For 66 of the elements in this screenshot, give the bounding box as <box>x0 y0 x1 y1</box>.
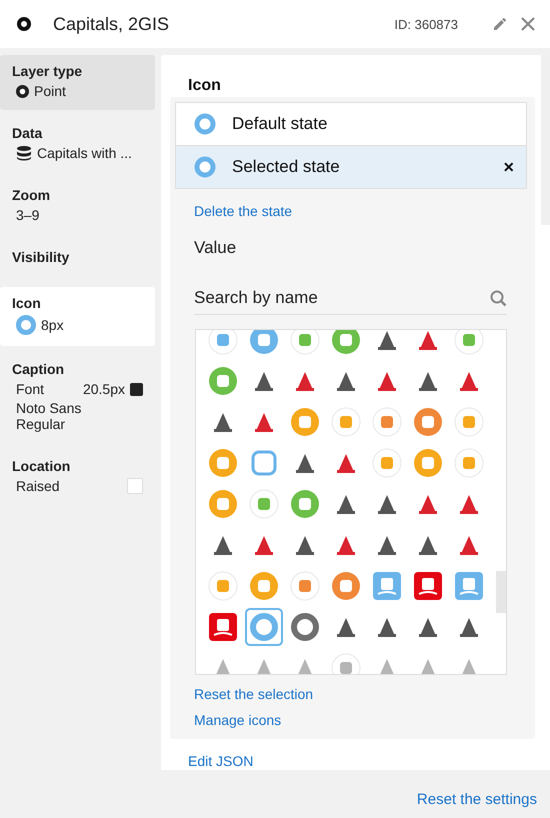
section-label: Location <box>12 458 72 474</box>
delete-state-link[interactable]: Delete the state <box>194 203 292 219</box>
font-label: Font <box>16 381 46 397</box>
round-icon <box>372 407 402 437</box>
settings-section[interactable]: Icon 8px <box>0 287 155 346</box>
round-icon <box>413 448 443 478</box>
tile-icon <box>454 571 484 601</box>
scrollbar-thumb[interactable] <box>496 571 506 613</box>
database-icon <box>16 145 32 161</box>
section-label: Visibility <box>12 249 70 265</box>
ring-icon <box>194 156 216 178</box>
round-icon <box>413 407 443 437</box>
section-label: Zoom <box>12 187 52 203</box>
section-value: Raised <box>16 478 60 494</box>
reset-settings-link[interactable]: Reset the settings <box>416 791 537 808</box>
value-label: Value <box>193 237 238 258</box>
round-icon <box>454 448 484 478</box>
tile-icon <box>413 571 443 601</box>
search-field[interactable]: Search by name <box>194 288 490 308</box>
state-item[interactable]: Selected state × <box>176 145 526 188</box>
point-icon <box>16 84 29 98</box>
point-icon <box>17 17 31 31</box>
round-icon <box>249 571 279 601</box>
round-icon <box>454 407 484 437</box>
checkbox[interactable] <box>127 478 143 494</box>
layer-title: Capitals, 2GIS <box>53 14 170 34</box>
section-value: 8px <box>41 317 64 333</box>
close-button[interactable]: × <box>503 156 514 178</box>
state-label: Default state <box>232 114 328 134</box>
round-icon <box>249 489 279 519</box>
round-icon <box>208 571 238 601</box>
panel-title: Icon <box>187 76 222 96</box>
ring-icon <box>290 612 320 642</box>
ring-icon <box>194 113 216 135</box>
panel-link[interactable]: Manage icons <box>194 712 282 728</box>
round-icon <box>331 571 361 601</box>
state-label: Selected state <box>232 157 341 177</box>
section-label: Layer type <box>12 63 84 79</box>
close-button[interactable] <box>520 16 536 32</box>
tile-icon <box>372 571 402 601</box>
font-size: 20.5px <box>82 381 125 397</box>
section-label: Data <box>12 125 44 141</box>
ring-icon <box>16 315 36 335</box>
section-label: Icon <box>12 295 42 311</box>
round-icon <box>208 366 238 396</box>
round-icon <box>208 448 238 478</box>
ring-icon <box>249 612 279 642</box>
round-icon <box>372 448 402 478</box>
round-icon <box>290 407 320 437</box>
section-value: Capitals with ... <box>37 145 132 161</box>
section-value: Point <box>34 83 66 99</box>
edit-json-link[interactable]: Edit JSON <box>188 753 254 769</box>
section-value: 3–9 <box>16 207 40 223</box>
edit-button[interactable] <box>492 16 508 32</box>
round-icon <box>290 571 320 601</box>
search-icon <box>490 290 507 306</box>
panel-link[interactable]: Reset the selection <box>194 686 314 702</box>
font-name: Noto Sans Regular <box>16 400 82 432</box>
round-icon <box>331 407 361 437</box>
rounded-square-icon <box>251 450 277 476</box>
section-label: Caption <box>12 361 66 377</box>
layer-id: ID: 360873 <box>394 16 458 32</box>
tile-icon <box>208 612 238 642</box>
round-icon <box>208 489 238 519</box>
round-icon <box>290 489 320 519</box>
settings-section[interactable]: Layer type Point <box>0 55 155 110</box>
